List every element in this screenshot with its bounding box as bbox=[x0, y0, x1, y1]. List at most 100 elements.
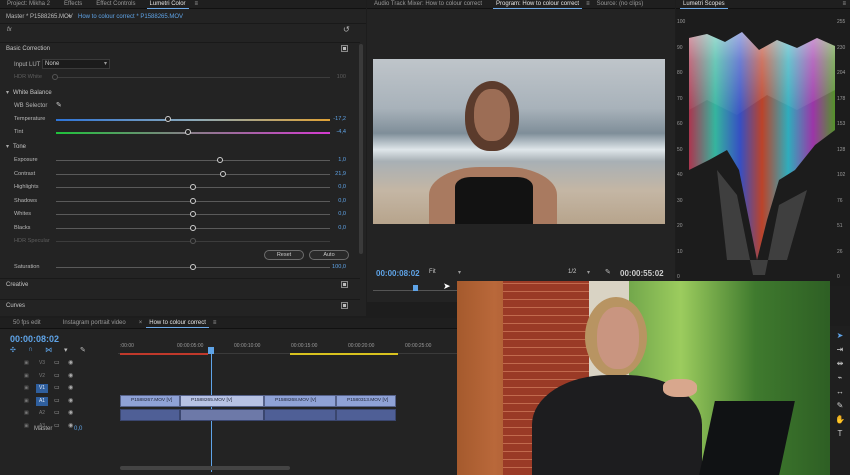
wrench-icon[interactable]: ✎ bbox=[80, 346, 86, 354]
curves-checkbox[interactable] bbox=[341, 302, 348, 309]
track-select-icon[interactable]: ⇥ bbox=[833, 344, 847, 356]
toggle-output-icon[interactable]: ▭ bbox=[54, 422, 60, 429]
razor-icon[interactable]: ⌁ bbox=[833, 372, 847, 384]
sequence-clip-selector[interactable]: How to colour correct * P1588265.MOV bbox=[78, 14, 183, 20]
track-label[interactable]: A1 bbox=[36, 396, 48, 406]
track-label[interactable]: V1 bbox=[36, 384, 48, 393]
track-label[interactable]: A2 bbox=[36, 409, 48, 418]
highlights-knob[interactable] bbox=[190, 184, 196, 190]
eye-icon[interactable]: ◉ bbox=[68, 409, 73, 416]
program-timecode[interactable]: 00:00:08:02 bbox=[376, 269, 420, 278]
type-icon[interactable]: T bbox=[833, 428, 847, 440]
basic-correction-checkbox[interactable] bbox=[341, 45, 348, 52]
lock-icon[interactable]: ▣ bbox=[24, 410, 29, 416]
hand-icon[interactable]: ✋ bbox=[833, 414, 847, 426]
eye-icon[interactable]: ◉ bbox=[68, 372, 73, 379]
temperature-track[interactable] bbox=[56, 119, 330, 121]
slip-icon[interactable]: ↔ bbox=[833, 386, 847, 398]
clip-p1588267[interactable]: P1588267.MOV [V] bbox=[120, 395, 180, 407]
exposure-knob[interactable] bbox=[217, 157, 224, 163]
tab-audio-track-mixer[interactable]: Audio Track Mixer: How to colour correct bbox=[367, 0, 489, 9]
tab-how-to-colour-correct[interactable]: How to colour correct bbox=[142, 319, 213, 328]
tint-track[interactable] bbox=[56, 132, 330, 134]
timeline-scrollbar[interactable] bbox=[120, 466, 290, 470]
pen-icon[interactable]: ✎ bbox=[833, 400, 847, 412]
panel-scrollbar[interactable] bbox=[359, 44, 363, 254]
clip-p1580313[interactable]: P1580313.MOV [V] bbox=[336, 395, 396, 407]
tab-effects[interactable]: Effects bbox=[57, 0, 89, 9]
auto-button[interactable]: Auto bbox=[309, 250, 349, 260]
master-clip-selector[interactable]: Master * P1588265.MOV bbox=[6, 14, 73, 20]
clip-p1588268[interactable]: P1588268.MOV [V] bbox=[264, 395, 336, 407]
whites-knob[interactable] bbox=[190, 211, 196, 217]
tab-lumetri-color[interactable]: Lumetri Color bbox=[143, 0, 193, 9]
tab-program[interactable]: Program: How to colour correct bbox=[489, 0, 586, 9]
audio-clip[interactable] bbox=[120, 409, 180, 421]
input-lut-dropdown[interactable]: None ▾ bbox=[42, 59, 110, 69]
dropdown-chevron-icon[interactable]: ▾ bbox=[68, 13, 71, 20]
toggle-output-icon[interactable]: ▭ bbox=[54, 359, 60, 366]
eyedropper-icon[interactable]: ✎ bbox=[56, 101, 62, 109]
marker-icon[interactable]: ▾ bbox=[64, 346, 68, 354]
selection-tool-icon[interactable]: ➤ bbox=[833, 330, 847, 342]
timeline-playhead-head[interactable] bbox=[208, 347, 214, 354]
resolution-dropdown[interactable]: 1/2 ▾ bbox=[568, 269, 590, 278]
tab-source[interactable]: Source: (no clips) bbox=[590, 0, 651, 9]
magnet-icon[interactable]: ∩ bbox=[28, 346, 33, 353]
reset-button[interactable]: Reset bbox=[264, 250, 304, 260]
tab-instagram-portrait[interactable]: Instagram portrait video bbox=[56, 319, 133, 328]
timeline-timecode[interactable]: 00:00:08:02 bbox=[10, 334, 59, 344]
panel-menu-icon[interactable]: ≡ bbox=[195, 1, 199, 7]
shadows-value[interactable]: 0,0 bbox=[338, 198, 346, 204]
tab-50fps-edit[interactable]: 50 fps edit bbox=[6, 319, 48, 328]
reset-effect-icon[interactable]: ↺ bbox=[343, 25, 350, 34]
tone-label[interactable]: Tone bbox=[13, 144, 26, 150]
shadows-knob[interactable] bbox=[190, 197, 196, 204]
playhead-marker[interactable] bbox=[413, 285, 418, 291]
lock-icon[interactable]: ▣ bbox=[24, 385, 29, 391]
tint-value[interactable]: -4,4 bbox=[336, 129, 346, 135]
toggle-output-icon[interactable]: ▭ bbox=[54, 409, 60, 416]
basic-correction-header[interactable]: Basic Correction bbox=[0, 42, 360, 54]
saturation-value[interactable]: 100,0 bbox=[332, 264, 346, 270]
lock-icon[interactable]: ▣ bbox=[24, 373, 29, 379]
panel-menu-icon[interactable]: ≡ bbox=[842, 1, 846, 7]
white-balance-chevron-icon[interactable]: ▾ bbox=[6, 89, 9, 96]
ripple-edit-icon[interactable]: ⇹ bbox=[833, 358, 847, 370]
toggle-output-icon[interactable]: ▭ bbox=[54, 384, 60, 391]
tab-project[interactable]: Project: Mikha 2 bbox=[0, 0, 57, 9]
toggle-output-icon[interactable]: ▭ bbox=[54, 397, 60, 404]
highlights-value[interactable]: 0,0 bbox=[338, 184, 346, 190]
audio-clip[interactable] bbox=[336, 409, 396, 421]
eye-icon[interactable]: ◉ bbox=[68, 384, 73, 391]
track-label[interactable]: V3 bbox=[36, 359, 48, 368]
master-value[interactable]: 0,0 bbox=[74, 426, 82, 432]
saturation-knob[interactable] bbox=[190, 264, 196, 270]
track-label[interactable]: V2 bbox=[36, 372, 48, 381]
white-balance-label[interactable]: White Balance bbox=[13, 90, 52, 96]
tab-effect-controls[interactable]: Effect Controls bbox=[89, 0, 142, 9]
exposure-value[interactable]: 1,0 bbox=[338, 157, 346, 163]
blacks-knob[interactable] bbox=[190, 224, 196, 231]
linked-selection-icon[interactable]: ⋈ bbox=[45, 346, 52, 354]
clip-p1588265[interactable]: P1588265.MOV [V] bbox=[180, 395, 264, 407]
wrench-icon[interactable]: ✎ bbox=[605, 268, 611, 276]
exposure-track[interactable] bbox=[56, 160, 330, 161]
snap-icon[interactable]: ✣ bbox=[10, 346, 16, 354]
creative-header[interactable]: Creative bbox=[0, 278, 360, 290]
tab-lumetri-scopes[interactable]: Lumetri Scopes bbox=[676, 0, 732, 9]
temperature-value[interactable]: -17,2 bbox=[333, 116, 346, 122]
tint-knob[interactable] bbox=[184, 129, 191, 135]
tone-chevron-icon[interactable]: ▾ bbox=[6, 143, 9, 150]
audio-clip[interactable] bbox=[264, 409, 336, 421]
panel-menu-icon[interactable]: ≡ bbox=[213, 320, 217, 326]
temperature-knob[interactable] bbox=[165, 116, 172, 122]
creative-checkbox[interactable] bbox=[341, 281, 348, 288]
fit-dropdown[interactable]: Fit ▾ bbox=[429, 269, 463, 278]
audio-clip[interactable] bbox=[180, 409, 264, 421]
eye-icon[interactable]: ◉ bbox=[68, 422, 73, 429]
program-frame[interactable] bbox=[373, 59, 665, 224]
lock-icon[interactable]: ▣ bbox=[24, 423, 29, 429]
lock-icon[interactable]: ▣ bbox=[24, 398, 29, 404]
contrast-track[interactable] bbox=[56, 173, 330, 175]
